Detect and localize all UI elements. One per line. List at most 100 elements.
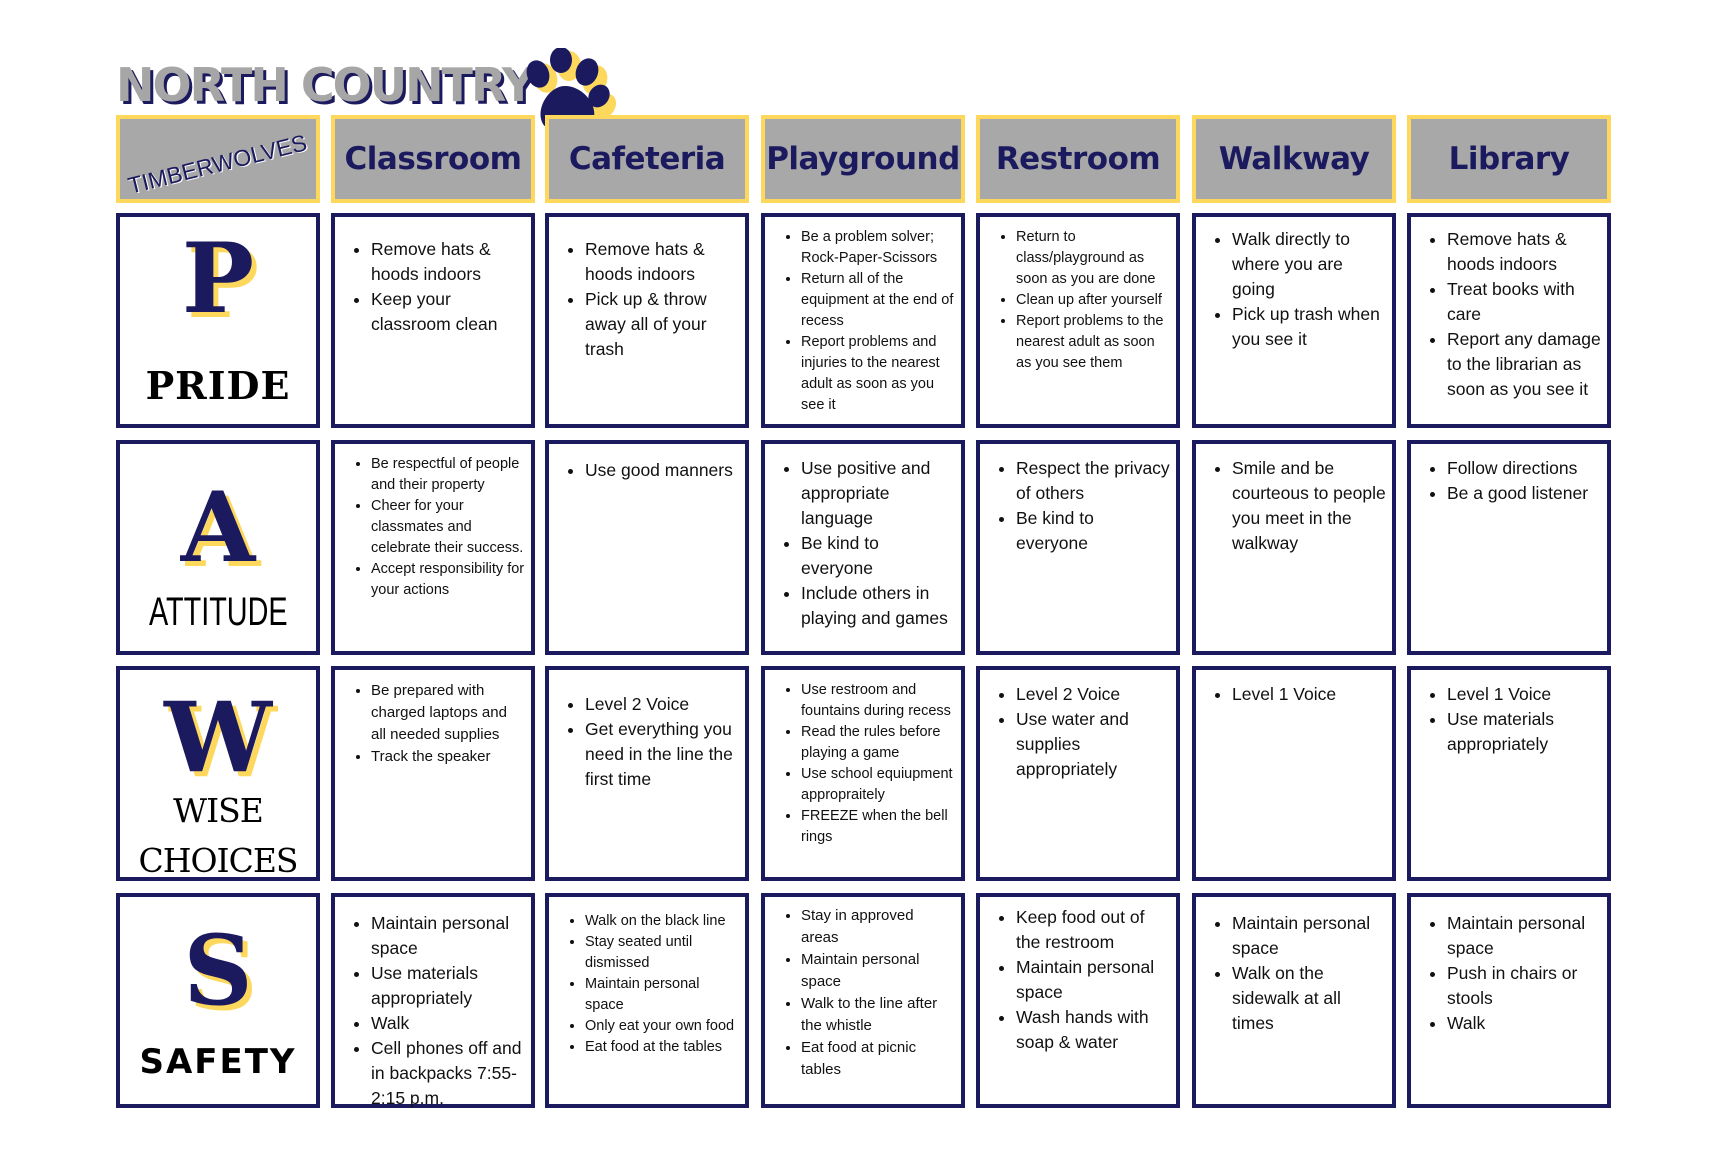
column-header-restroom: Restroom: [976, 115, 1180, 203]
cell-attitude-playground: Use positive and appropriate languageBe …: [761, 440, 965, 655]
expectation-item: Keep food out of the restroom: [1016, 905, 1170, 955]
cell-pride-cafeteria: Remove hats & hoods indoorsPick up & thr…: [545, 213, 749, 428]
cell-safety-cafeteria: Walk on the black lineStay seated until …: [545, 893, 749, 1108]
expectation-item: Maintain personal space: [1447, 911, 1601, 961]
expectations-list: Maintain personal spacePush in chairs or…: [1411, 911, 1607, 1036]
expectation-item: Level 1 Voice: [1232, 682, 1386, 707]
expectation-item: Smile and be courteous to people you mee…: [1232, 456, 1386, 556]
cell-wise-choices-playground: Use restroom and fountains during recess…: [761, 666, 965, 881]
expectation-item: Report problems and injuries to the near…: [801, 332, 955, 416]
expectations-list: Level 2 VoiceGet everything you need in …: [549, 692, 745, 792]
expectation-item: Track the speaker: [371, 746, 525, 768]
expectations-list: Level 2 VoiceUse water and supplies appr…: [980, 682, 1176, 782]
expectation-item: Maintain personal space: [1016, 955, 1170, 1005]
expectation-item: Walk to the line after the whistle: [801, 993, 955, 1037]
expectation-item: Use restroom and fountains during recess: [801, 680, 955, 722]
expectation-item: Eat food at the tables: [585, 1037, 739, 1058]
expectation-item: Be kind to everyone: [1016, 506, 1170, 556]
expectation-item: Get everything you need in the line the …: [585, 717, 739, 792]
expectation-item: Be prepared with charged laptops and all…: [371, 680, 525, 746]
column-header-label: Playground: [766, 141, 960, 177]
expectations-list: Use good manners: [549, 458, 745, 483]
expectation-item: Pick up & throw away all of your trash: [585, 287, 739, 362]
expectation-item: Use good manners: [585, 458, 739, 483]
expectation-item: Clean up after yourself: [1016, 290, 1170, 311]
expectation-item: Walk on the black line: [585, 911, 739, 932]
expectation-item: Use water and supplies appropriately: [1016, 707, 1170, 782]
expectation-item: Walk directly to where you are going: [1232, 227, 1386, 302]
expectation-item: Stay in approved areas: [801, 905, 955, 949]
expectation-item: Use materials appropriately: [1447, 707, 1601, 757]
expectation-item: Eat food at picnic tables: [801, 1037, 955, 1081]
expectation-item: Cell phones off and in backpacks 7:55-2:…: [371, 1036, 525, 1111]
cell-safety-library: Maintain personal spacePush in chairs or…: [1407, 893, 1611, 1108]
header-corner-timberwolves: TIMBERWOLVES: [116, 115, 320, 203]
expectations-list: Respect the privacy of othersBe kind to …: [980, 456, 1176, 556]
column-header-label: Classroom: [344, 141, 522, 177]
expectations-list: Maintain personal spaceWalk on the sidew…: [1196, 911, 1392, 1036]
column-header-classroom: Classroom: [331, 115, 535, 203]
expectation-item: Remove hats & hoods indoors: [585, 237, 739, 287]
expectations-list: Be respectful of people and their proper…: [335, 454, 531, 601]
row-label-pride: P PRIDE: [116, 213, 320, 428]
expectation-item: Be a good listener: [1447, 481, 1601, 506]
cell-safety-classroom: Maintain personal spaceUse materials app…: [331, 893, 535, 1108]
expectation-item: FREEZE when the bell rings: [801, 806, 955, 848]
cell-safety-playground: Stay in approved areasMaintain personal …: [761, 893, 965, 1108]
expectation-item: Walk on the sidewalk at all times: [1232, 961, 1386, 1036]
cell-safety-walkway: Maintain personal spaceWalk on the sidew…: [1192, 893, 1396, 1108]
cell-pride-playground: Be a problem solver; Rock-Paper-Scissors…: [761, 213, 965, 428]
expectation-item: Read the rules before playing a game: [801, 722, 955, 764]
cell-safety-restroom: Keep food out of the restroomMaintain pe…: [976, 893, 1180, 1108]
expectation-item: Be kind to everyone: [801, 531, 955, 581]
cell-wise-choices-walkway: Level 1 Voice: [1192, 666, 1396, 881]
expectation-item: Level 2 Voice: [1016, 682, 1170, 707]
expectation-item: Walk: [371, 1011, 525, 1036]
cell-attitude-walkway: Smile and be courteous to people you mee…: [1192, 440, 1396, 655]
school-title: NORTH COUNTRY: [116, 58, 535, 112]
expectations-list: Walk directly to where you are goingPick…: [1196, 227, 1392, 352]
expectations-list: Remove hats & hoods indoorsTreat books w…: [1411, 227, 1607, 402]
expectations-list: Return to class/playground as soon as yo…: [980, 227, 1176, 374]
expectation-item: Use positive and appropriate language: [801, 456, 955, 531]
expectation-item: Stay seated until dismissed: [585, 932, 739, 974]
letter-s: S: [183, 914, 253, 1027]
column-header-walkway: Walkway: [1192, 115, 1396, 203]
expectations-list: Use positive and appropriate languageBe …: [765, 456, 961, 631]
expectation-item: Wash hands with soap & water: [1016, 1005, 1170, 1055]
expectations-list: Level 1 Voice: [1196, 682, 1392, 707]
expectation-item: Maintain personal space: [801, 949, 955, 993]
expectations-list: Remove hats & hoods indoorsKeep your cla…: [335, 237, 531, 337]
expectation-item: Remove hats & hoods indoors: [1447, 227, 1601, 277]
cell-wise-choices-library: Level 1 VoiceUse materials appropriately: [1407, 666, 1611, 881]
expectation-item: Treat books with care: [1447, 277, 1601, 327]
row-label-safety: S SAFETY: [116, 893, 320, 1108]
cell-pride-library: Remove hats & hoods indoorsTreat books w…: [1407, 213, 1611, 428]
cell-pride-walkway: Walk directly to where you are goingPick…: [1192, 213, 1396, 428]
word-choices: CHOICES: [138, 841, 298, 880]
cell-wise-choices-classroom: Be prepared with charged laptops and all…: [331, 666, 535, 881]
row-label-wise-choices: W WISE CHOICES: [116, 666, 320, 881]
column-header-label: Library: [1448, 141, 1570, 177]
column-header-label: Walkway: [1218, 141, 1370, 177]
expectation-item: Remove hats & hoods indoors: [371, 237, 525, 287]
expectations-list: Level 1 VoiceUse materials appropriately: [1411, 682, 1607, 757]
expectation-item: Maintain personal space: [371, 911, 525, 961]
expectation-item: Maintain personal space: [585, 974, 739, 1016]
expectation-item: Return all of the equipment at the end o…: [801, 269, 955, 332]
expectation-item: Be respectful of people and their proper…: [371, 454, 525, 496]
cell-wise-choices-cafeteria: Level 2 VoiceGet everything you need in …: [545, 666, 749, 881]
column-header-playground: Playground: [761, 115, 965, 203]
expectation-item: Level 1 Voice: [1447, 682, 1601, 707]
expectation-item: Cheer for your classmates and celebrate …: [371, 496, 525, 559]
expectation-item: Follow directions: [1447, 456, 1601, 481]
letter-p: P: [181, 222, 255, 335]
column-header-label: Restroom: [995, 141, 1161, 177]
expectations-list: Smile and be courteous to people you mee…: [1196, 456, 1392, 556]
expectations-list: Follow directionsBe a good listener: [1411, 456, 1607, 506]
letter-a: A: [180, 471, 256, 584]
expectations-list: Stay in approved areasMaintain personal …: [765, 905, 961, 1081]
expectation-item: Level 2 Voice: [585, 692, 739, 717]
expectation-item: Only eat your own food: [585, 1016, 739, 1037]
row-label-attitude: A ATTITUDE: [116, 440, 320, 655]
